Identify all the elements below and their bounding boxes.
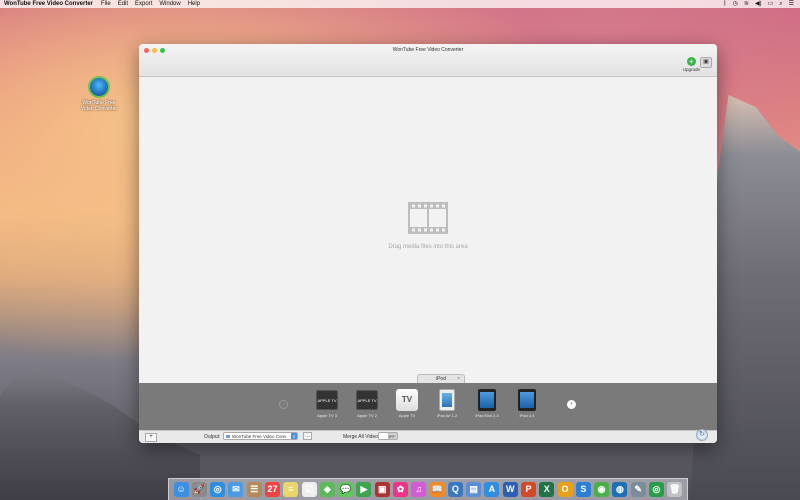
utility-icon[interactable]: ✎ <box>630 482 646 497</box>
wontube-app-icon <box>88 76 110 98</box>
clock-icon[interactable]: ◷ <box>733 0 738 8</box>
preview-icon[interactable]: ▤ <box>466 482 482 497</box>
device-apple-tv[interactable]: TV Apple TV <box>387 388 427 418</box>
chevron-left-icon[interactable]: ‹ <box>279 400 288 409</box>
plus-icon: + <box>686 57 696 66</box>
screen-capture-button[interactable]: ▣ <box>700 57 712 68</box>
menu-edit[interactable]: Edit <box>118 0 128 8</box>
menu-tray: ᛒ ◷ ≋ ◀) ▭ ⌕ ☰ <box>723 0 794 8</box>
merge-label: Merge All Videos: <box>343 434 382 440</box>
chevron-right-icon[interactable]: › <box>567 400 576 409</box>
menu-app-name[interactable]: WonTube Free Video Converter <box>4 0 93 8</box>
notification-center-icon[interactable]: ☰ <box>789 0 794 8</box>
photobooth-icon[interactable]: ▣ <box>374 482 390 497</box>
search-icon[interactable]: ⌕ <box>779 0 782 8</box>
wifi-icon[interactable]: ≋ <box>744 0 749 8</box>
device-label: Apple TV 3 <box>317 413 337 418</box>
output-label: Output: <box>204 434 221 440</box>
safari-icon[interactable]: ◎ <box>210 482 226 497</box>
volume-icon[interactable]: ◀) <box>755 0 762 8</box>
menu-file[interactable]: File <box>101 0 111 8</box>
wontube-icon[interactable]: ◍ <box>612 482 628 497</box>
dock: ☺ 🚀 ◎ ✉ ☰ 27 ≡ ☑ ◈ 💬 ▶ ▣ ✿ ♫ 📖 Q ▤ A W P X O S ◉ ◍ ✎ ◎ 🗑 <box>168 478 688 500</box>
menu-help[interactable]: Help <box>188 0 200 8</box>
chevron-down-icon: ⇕ <box>291 433 297 439</box>
maps-icon[interactable]: ◈ <box>319 482 335 497</box>
app-window: WonTube Free Video Converter + Upgrade ▣… <box>139 44 717 443</box>
bottom-toolbar: + Output: WonTube Free Video Conv ⇕ … Me… <box>139 429 717 443</box>
ipad-icon <box>478 389 496 411</box>
mail-icon[interactable]: ✉ <box>228 482 244 497</box>
finder-icon[interactable]: ☺ <box>173 482 189 497</box>
desktop-icon-wontube[interactable]: WonTube Free Video Converter <box>78 76 120 112</box>
launchpad-icon[interactable]: 🚀 <box>191 482 207 497</box>
itunes-icon[interactable]: ♫ <box>411 482 427 497</box>
device-apple-tv-2[interactable]: APPLE TV Apple TV 2 <box>347 388 387 418</box>
ipad-icon <box>439 389 455 411</box>
merge-toggle[interactable]: OFF <box>378 432 398 440</box>
outlook-icon[interactable]: O <box>557 482 573 497</box>
device-ipad-mini[interactable]: iPad Mini 2,3 <box>467 388 507 418</box>
apple-tv-box-icon: APPLE TV <box>316 390 338 410</box>
calendar-icon[interactable]: 27 <box>265 482 281 497</box>
folder-icon <box>226 435 230 438</box>
lync-icon[interactable]: S <box>575 482 591 497</box>
bluetooth-icon[interactable]: ᛒ <box>723 0 727 8</box>
browse-folder-button[interactable]: … <box>303 432 312 440</box>
menu-window[interactable]: Window <box>159 0 180 8</box>
window-title: WonTube Free Video Converter <box>392 47 464 53</box>
category-tab-label: iPod <box>435 376 446 382</box>
trash-icon[interactable]: 🗑 <box>667 482 683 497</box>
desktop-icon-label: WonTube Free Video Converter <box>80 100 118 112</box>
device-label: Apple TV <box>398 413 416 418</box>
network-icon[interactable]: ◉ <box>594 482 610 497</box>
device-label: iPad Air 1,2 <box>436 413 458 418</box>
device-list: APPLE TV Apple TV 3 APPLE TV Apple TV 2 … <box>307 388 547 418</box>
excel-icon[interactable]: X <box>539 482 555 497</box>
device-label: iPad Mini 2,3 <box>475 413 499 418</box>
battery-icon[interactable]: ▭ <box>768 0 774 8</box>
device-profile-bar: ‹ APPLE TV Apple TV 3 APPLE TV Apple TV … <box>139 383 717 435</box>
drop-hint: Drag media files into this area <box>388 244 468 250</box>
device-label: Apple TV 2 <box>357 413 377 418</box>
notes-icon[interactable]: ≡ <box>283 482 299 497</box>
device-label: iPad 3,4 <box>519 413 535 418</box>
device-ipad-air[interactable]: iPad Air 1,2 <box>427 388 467 418</box>
wontube-dock-icon[interactable]: ◎ <box>648 482 664 497</box>
photos-icon[interactable]: ✿ <box>393 482 409 497</box>
menu-bar: WonTube Free Video Converter File Edit E… <box>0 0 800 8</box>
messages-icon[interactable]: 💬 <box>338 482 354 497</box>
title-bar[interactable]: WonTube Free Video Converter + Upgrade ▣ <box>139 44 717 77</box>
media-drop-area[interactable]: Drag media files into this area <box>139 77 717 383</box>
ibooks-icon[interactable]: 📖 <box>429 482 445 497</box>
powerpoint-icon[interactable]: P <box>520 482 536 497</box>
word-icon[interactable]: W <box>502 482 518 497</box>
appstore-icon[interactable]: A <box>484 482 500 497</box>
upgrade-button[interactable]: + Upgrade <box>683 57 700 72</box>
contacts-icon[interactable]: ☰ <box>246 482 262 497</box>
apple-tv-box-icon: APPLE TV <box>356 390 378 410</box>
quicktime-icon[interactable]: Q <box>447 482 463 497</box>
convert-button[interactable]: ↻ <box>696 429 708 441</box>
reminders-icon[interactable]: ☑ <box>301 482 317 497</box>
upgrade-label: Upgrade <box>682 67 700 72</box>
add-files-button[interactable]: + <box>145 433 157 442</box>
device-ipad-3-4[interactable]: iPad 3,4 <box>507 388 547 418</box>
film-strip-icon <box>408 202 448 234</box>
menu-export[interactable]: Export <box>135 0 152 8</box>
device-apple-tv-3[interactable]: APPLE TV Apple TV 3 <box>307 388 347 418</box>
output-folder-value: WonTube Free Video Conv <box>232 434 287 439</box>
apple-tv-icon: TV <box>396 389 418 411</box>
output-folder-select[interactable]: WonTube Free Video Conv ⇕ <box>223 432 298 440</box>
facetime-icon[interactable]: ▶ <box>356 482 372 497</box>
ipad-icon <box>518 389 536 411</box>
